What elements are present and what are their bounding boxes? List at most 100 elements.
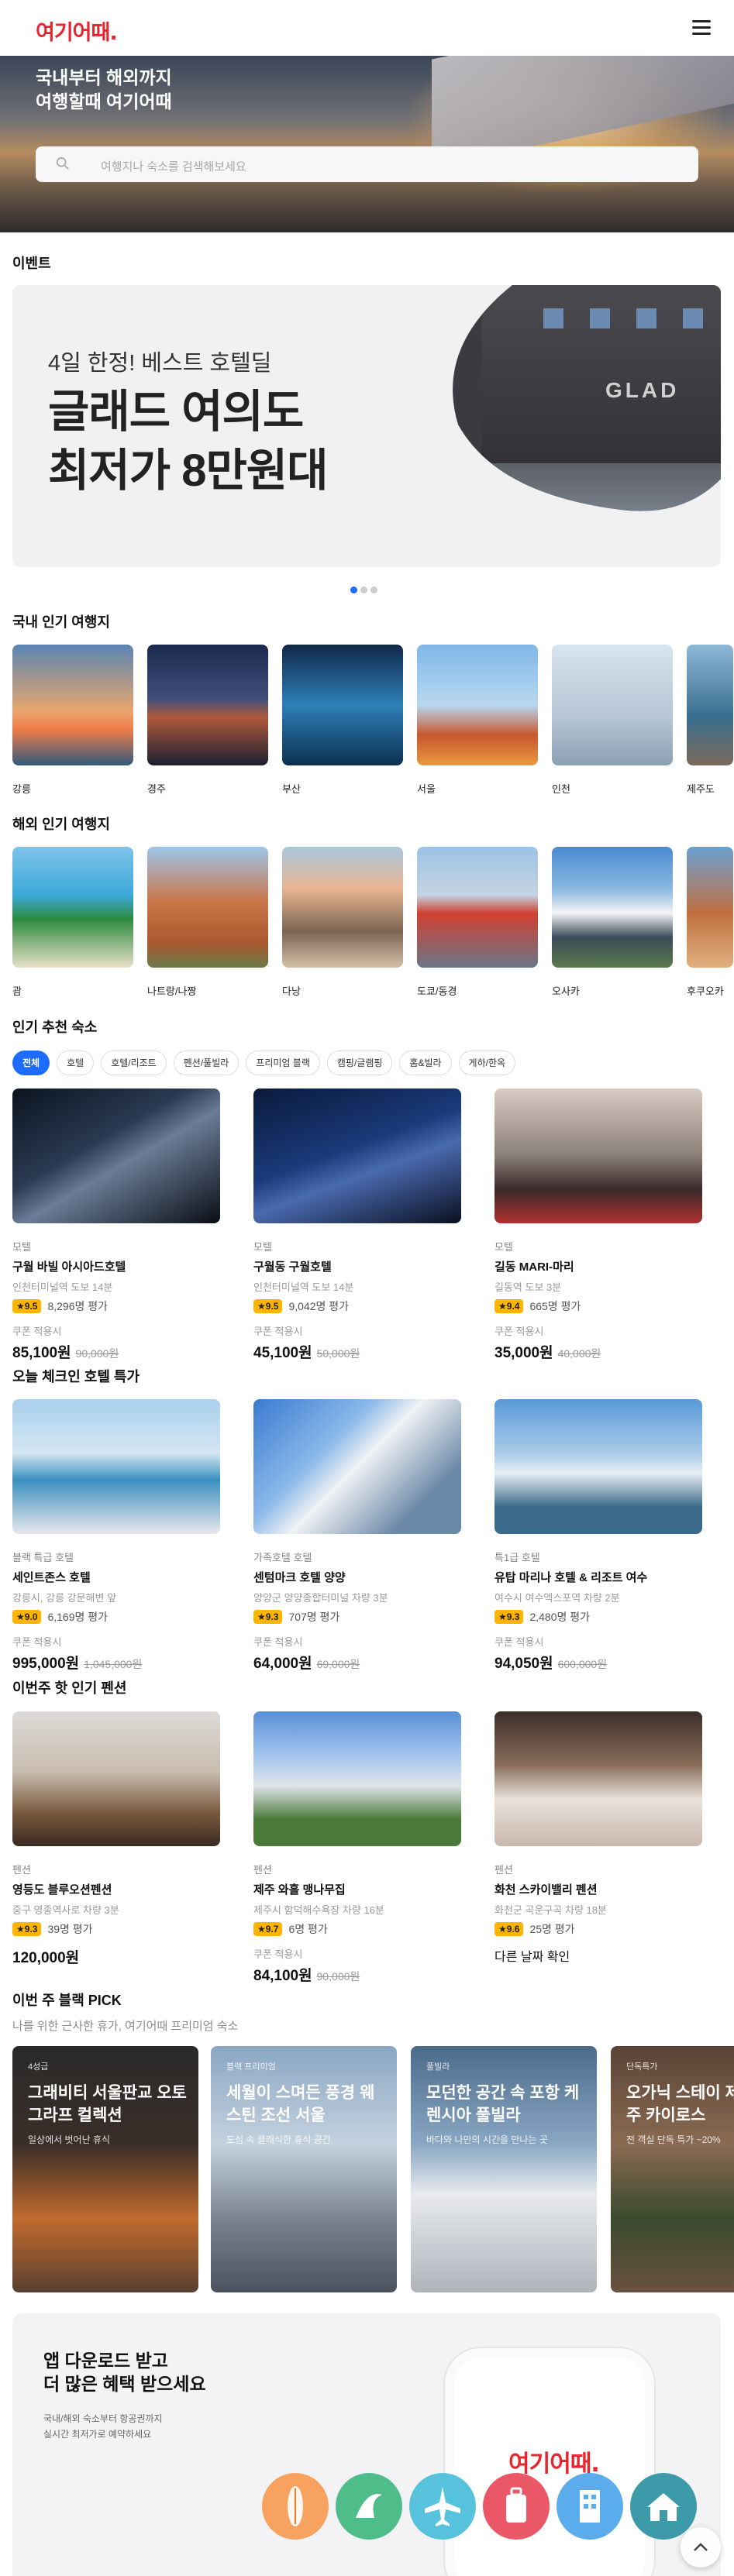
chip-guesthouse[interactable]: 게하/한옥 xyxy=(458,1051,516,1075)
review-count: 2,480명 평가 xyxy=(529,1611,591,1623)
stay-card[interactable]: 모텔 길동 MARI-마리 길동역 도보 3분 ★9.4 665명 평가 쿠폰 적… xyxy=(495,1089,702,1362)
pick-title: 그래비티 서울판교 오토그라프 컬렉션 xyxy=(28,2084,187,2124)
destination-item[interactable]: 후쿠오카 xyxy=(687,847,733,998)
chip-hotel-resort[interactable]: 호텔/리조트 xyxy=(101,1051,167,1075)
chip-all[interactable]: 전체 xyxy=(12,1051,50,1075)
stay-card[interactable]: 펜션 화천 스카이밸리 펜션 화천군 곡운구곡 차량 18분 ★9.6 25명 평… xyxy=(495,1711,702,1965)
airplane-icon xyxy=(409,2473,476,2540)
stay-category: 모텔 xyxy=(12,1241,31,1253)
surf-wave-icon xyxy=(336,2473,402,2540)
destination-item[interactable]: 괌 xyxy=(12,847,133,998)
carousel-dot-active[interactable] xyxy=(350,586,357,593)
domestic-section-title: 국내 인기 여행지 xyxy=(12,614,110,630)
scroll-top-button[interactable] xyxy=(681,2527,721,2567)
carousel-dot[interactable] xyxy=(360,586,367,593)
hamburger-menu-icon[interactable] xyxy=(692,20,711,36)
coupon-label: 쿠폰 적용시 xyxy=(495,1636,544,1648)
event-headline-line2: 최저가 8만원대 xyxy=(48,445,329,496)
event-headline-line1: 글래드 여의도 xyxy=(48,387,304,437)
stay-card[interactable]: 모텔 구월 바빌 아시아드호텔 인천터미널역 도보 14분 ★9.5 8,296명… xyxy=(12,1089,220,1362)
stay-location: 제주시 함덕해수욕장 차량 16분 xyxy=(253,1904,384,1916)
destination-item[interactable]: 다낭 xyxy=(282,847,403,998)
destination-label: 다낭 xyxy=(282,985,301,997)
pick-desc: 도심 속 클래식한 휴식 공간 xyxy=(226,2134,331,2145)
coupon-label: 쿠폰 적용시 xyxy=(12,1326,62,1337)
destination-label: 제주도 xyxy=(687,783,715,795)
pick-tag: 단독특가 xyxy=(626,2062,658,2072)
chip-hotel[interactable]: 호텔 xyxy=(57,1051,95,1075)
black-pick-card[interactable]: 풀빌라 모던한 공간 속 포항 케렌시아 풀빌라 바다와 나만의 시간을 만나는… xyxy=(411,2046,597,2292)
recommend-section-title: 인기 추천 숙소 xyxy=(12,1020,98,1035)
chip-premium-black[interactable]: 프리미엄 블랙 xyxy=(246,1051,320,1075)
destination-item[interactable]: 인천 xyxy=(552,645,673,796)
stay-name: 구월 바빌 아시아드호텔 xyxy=(12,1260,126,1274)
brand-logo[interactable]: 여기어때. xyxy=(36,15,118,46)
stay-card[interactable]: 블랙 특급 호텔 세인트존스 호텔 강릉시, 강릉 강문해변 앞 ★9.0 6,1… xyxy=(12,1399,220,1673)
stay-card[interactable]: 모텔 구월동 구월호텔 인천터미널역 도보 14분 ★9.5 9,042명 평가 … xyxy=(253,1089,461,1362)
overseas-section-title: 해외 인기 여행지 xyxy=(12,817,110,832)
phone-mockup: 여기어때. xyxy=(445,2348,654,2576)
review-count: 665명 평가 xyxy=(529,1300,581,1312)
coupon-label: 쿠폰 적용시 xyxy=(253,1326,303,1337)
rating-badge: ★9.5 xyxy=(12,1299,42,1313)
stay-card[interactable]: 가족호텔 호텔 센텀마크 호텔 양양 양양군 양양종합터미널 차량 3분 ★9.… xyxy=(253,1399,461,1673)
destination-item[interactable]: 도쿄/동경 xyxy=(417,847,538,998)
stay-name: 제주 와흘 맹나무집 xyxy=(253,1883,346,1897)
black-pick-card[interactable]: 단독특가 오가닉 스테이 제주 카이로스 전 객실 단독 특가 ~20% xyxy=(611,2046,734,2292)
rating-badge: ★9.4 xyxy=(495,1299,524,1313)
rating-badge: ★9.6 xyxy=(495,1922,524,1936)
coupon-label: 쿠폰 적용시 xyxy=(253,1636,303,1648)
hero-title: 국내부터 해외까지 여행할때 여기어때 xyxy=(36,66,346,114)
destination-item[interactable]: 오사카 xyxy=(552,847,673,998)
pick-title: 세월이 스며든 풍경 웨스틴 조선 서울 xyxy=(226,2084,375,2124)
chip-camping[interactable]: 캠핑/글램핑 xyxy=(326,1051,393,1075)
destination-item[interactable]: 서울 xyxy=(417,645,538,796)
stay-name: 영등도 블루오션펜션 xyxy=(12,1883,112,1897)
pick-tag: 풀빌라 xyxy=(426,2062,450,2072)
stay-photo xyxy=(12,1399,220,1534)
destination-label: 오사카 xyxy=(552,985,580,997)
carousel-dots[interactable] xyxy=(350,583,381,597)
coupon-label: 쿠폰 적용시 xyxy=(12,1636,62,1648)
stay-category: 특1급 호텔 xyxy=(495,1552,540,1563)
app-title: 앱 다운로드 받고 더 많은 혜택 받으세요 xyxy=(43,2349,206,2395)
destination-item[interactable]: 강릉 xyxy=(12,645,133,796)
stay-photo xyxy=(12,1711,220,1846)
stay-name: 구월동 구월호텔 xyxy=(253,1260,332,1274)
black-pick-card[interactable]: 4성급 그래비티 서울판교 오토그라프 컬렉션 일상에서 벗어난 휴식 xyxy=(12,2046,198,2292)
surfboard-icon xyxy=(262,2473,329,2540)
destination-item[interactable]: 부산 xyxy=(282,645,403,796)
app-desc: 국내/해외 숙소부터 항공권까지 실시간 최저가로 예약하세요 xyxy=(43,2411,163,2442)
carousel-dot[interactable] xyxy=(370,586,377,593)
app-desc-line1: 국내/해외 숙소부터 항공권까지 xyxy=(43,2413,163,2424)
original-price: 69,000원 xyxy=(316,1658,360,1670)
stay-card[interactable]: 펜션 제주 와흘 맹나무집 제주시 함덕해수욕장 차량 16분 ★9.7 6명 평… xyxy=(253,1711,461,1985)
pick-tag: 블랙 프리미엄 xyxy=(226,2062,276,2072)
chip-pension[interactable]: 펜션/풀빌라 xyxy=(173,1051,239,1075)
stay-category: 가족호텔 호텔 xyxy=(253,1552,312,1563)
event-banner[interactable]: 4일 한정! 베스트 호텔딜 글래드 여의도 최저가 8만원대 GLAD xyxy=(12,285,721,567)
stay-card[interactable]: 특1급 호텔 유탑 마리나 호텔 & 리조트 여수 여수시 여수엑스포역 차량 … xyxy=(495,1399,702,1673)
search-placeholder: 여행지나 숙소를 검색해보세요 xyxy=(101,160,246,174)
event-section-title: 이벤트 xyxy=(12,256,51,271)
destination-item[interactable]: 나트랑/나짱 xyxy=(147,847,268,998)
price: 120,000원 xyxy=(12,1950,80,1966)
price: 45,100원 50,000원 xyxy=(253,1345,360,1361)
stay-photo xyxy=(253,1711,461,1846)
stay-card[interactable]: 펜션 영등도 블루오션펜션 중구 영종역사로 차량 3분 ★9.3 39명 평가 … xyxy=(12,1711,220,1967)
suitcase-icon xyxy=(483,2473,550,2540)
original-price: 1,045,000원 xyxy=(84,1658,143,1670)
stay-location: 강릉시, 강릉 강문해변 앞 xyxy=(12,1592,117,1604)
destination-item[interactable]: 제주도 xyxy=(687,645,733,796)
event-headline: 글래드 여의도 최저가 8만원대 xyxy=(48,383,329,500)
black-pick-title: 이번 주 블랙 PICK xyxy=(12,1993,122,2008)
chip-home-villa[interactable]: 홈&빌라 xyxy=(399,1051,452,1075)
rating-badge: ★9.3 xyxy=(12,1922,42,1936)
domestic-destination-list: 강릉 경주 부산 서울 인천 제주도 xyxy=(12,645,733,796)
review-count: 8,296명 평가 xyxy=(47,1300,109,1312)
overseas-destination-list: 괌 나트랑/나짱 다낭 도쿄/동경 오사카 후쿠오카 xyxy=(12,847,733,998)
destination-item[interactable]: 경주 xyxy=(147,645,268,796)
search-input[interactable]: 여행지나 숙소를 검색해보세요 xyxy=(36,146,698,182)
pick-tag: 4성급 xyxy=(28,2062,49,2072)
black-pick-card[interactable]: 블랙 프리미엄 세월이 스며든 풍경 웨스틴 조선 서울 도심 속 클래식한 휴… xyxy=(211,2046,397,2292)
